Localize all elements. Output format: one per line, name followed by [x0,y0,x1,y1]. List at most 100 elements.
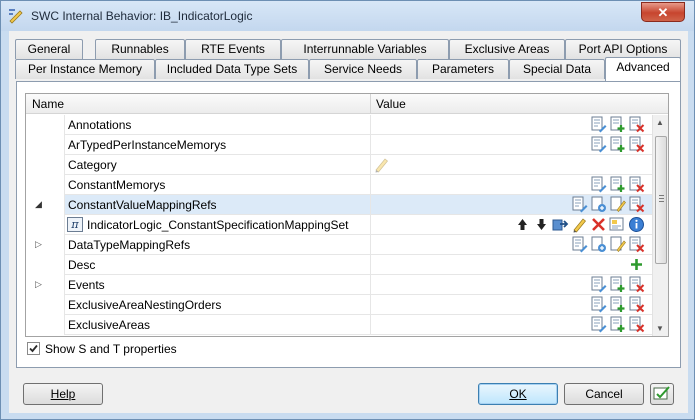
value-cell[interactable] [370,235,652,255]
move-down-icon[interactable] [533,216,550,233]
column-header-value[interactable]: Value [376,97,406,111]
edit-list-icon[interactable] [590,276,607,293]
column-header-name[interactable]: Name [32,97,64,111]
expand-icon[interactable]: ▷ [35,279,42,290]
delete-item-icon[interactable] [628,276,645,293]
value-cell[interactable] [370,255,652,275]
delete-item-icon[interactable] [628,236,645,253]
grid-row[interactable]: ConstantMemorys [26,175,652,195]
tab-general[interactable]: General [15,39,83,59]
tab-rte-events[interactable]: RTE Events [185,39,281,59]
property-name: ExclusiveAreas [68,318,151,332]
value-cell[interactable] [370,315,652,335]
grid-row[interactable]: Annotations [26,115,652,135]
delete-item-icon[interactable] [628,136,645,153]
property-name: IndicatorLogic_ConstantSpecificationMapp… [87,218,349,232]
tab-exclusive-areas[interactable]: Exclusive Areas [449,39,565,59]
tab-per-instance-memory[interactable]: Per Instance Memory [15,59,155,79]
delete-item-icon[interactable] [628,196,645,213]
grid-row[interactable]: ExclusiveAreas [26,315,652,335]
window-title: SWC Internal Behavior: IB_IndicatorLogic [31,9,253,23]
value-cell[interactable] [370,135,652,155]
grip-line [659,195,664,196]
edit-list-icon[interactable] [590,116,607,133]
grid-row[interactable]: ArTypedPerInstanceMemorys [26,135,652,155]
ok-button[interactable]: OK [478,383,558,405]
cancel-button[interactable]: Cancel [564,383,644,405]
plus-icon[interactable] [628,256,645,273]
value-cell[interactable] [370,155,652,175]
grid-row[interactable]: π IndicatorLogic_ConstantSpecificationMap… [26,215,652,235]
grid-row[interactable]: Category [26,155,652,175]
property-grid: Name Value Annotations ArTypedPerInstance… [25,93,669,337]
add-item-icon[interactable] [609,296,626,313]
value-cell[interactable] [370,215,652,235]
grid-row[interactable]: ◢ ConstantValueMappingRefs [26,195,652,215]
close-button[interactable]: ✕ [641,2,685,22]
add-item-icon[interactable] [609,136,626,153]
row-gutter [26,155,64,175]
tab-port-api-options[interactable]: Port API Options [565,39,681,59]
tab-interrunnable-variables[interactable]: Interrunnable Variables [281,39,449,59]
tab-service-needs[interactable]: Service Needs [309,59,417,79]
vertical-scrollbar[interactable]: ▲ ▼ [652,115,668,336]
tab-runnables[interactable]: Runnables [95,39,185,59]
tab-included-data-type-sets[interactable]: Included Data Type Sets [155,59,309,79]
value-cell[interactable] [370,115,652,135]
help-button[interactable]: Help [23,383,103,405]
edit-list-icon[interactable] [590,296,607,313]
pencil-icon[interactable] [373,156,390,173]
reference-icon[interactable] [590,236,607,253]
show-st-checkbox[interactable] [27,342,40,355]
row-gutter [26,315,64,335]
collapse-icon[interactable]: ◢ [35,199,42,210]
tab-advanced[interactable]: Advanced [605,57,681,81]
move-up-icon[interactable] [514,216,531,233]
edit-ref-icon[interactable] [609,236,626,253]
ok-button-label: OK [509,387,527,401]
add-item-icon[interactable] [609,116,626,133]
value-cell[interactable] [370,195,652,215]
delete-item-icon[interactable] [628,176,645,193]
tab-parameters[interactable]: Parameters [417,59,509,79]
row-gutter: ◢ [26,195,64,215]
value-cell[interactable] [370,275,652,295]
edit-list-icon[interactable] [571,196,588,213]
property-name: Desc [68,258,96,272]
delete-item-icon[interactable] [628,316,645,333]
grid-row[interactable]: ▷ Events [26,275,652,295]
tab-special-data[interactable]: Special Data [509,59,605,79]
row-gutter [26,135,64,155]
edit-ref-icon[interactable] [609,196,626,213]
value-cell[interactable] [370,295,652,315]
add-item-icon[interactable] [609,316,626,333]
info-icon[interactable] [628,216,645,233]
delete-item-icon[interactable] [628,116,645,133]
navigate-icon[interactable] [552,216,569,233]
grid-row[interactable]: Desc [26,255,652,275]
add-item-icon[interactable] [609,176,626,193]
value-cell[interactable] [370,175,652,195]
apply-button[interactable] [650,383,674,405]
delete-item-icon[interactable] [628,296,645,313]
name-cell: π IndicatorLogic_ConstantSpecificationMap… [64,215,370,235]
property-name: ArTypedPerInstanceMemorys [68,138,227,152]
scroll-thumb[interactable] [655,136,667,264]
grid-row[interactable]: ExclusiveAreaNestingOrders [26,295,652,315]
grid-row[interactable]: ▷ DataTypeMappingRefs [26,235,652,255]
properties-icon[interactable] [609,216,626,233]
column-divider[interactable] [370,94,371,114]
expand-icon[interactable]: ▷ [35,239,42,250]
name-cell: ExclusiveAreas [64,315,370,335]
pencil-icon[interactable] [571,216,588,233]
scroll-down-icon[interactable]: ▼ [656,324,664,333]
add-item-icon[interactable] [609,276,626,293]
edit-list-icon[interactable] [590,136,607,153]
edit-list-icon[interactable] [590,316,607,333]
property-name: Category [68,158,117,172]
reference-icon[interactable] [590,196,607,213]
edit-list-icon[interactable] [571,236,588,253]
delete-x-icon[interactable] [590,216,607,233]
edit-list-icon[interactable] [590,176,607,193]
scroll-up-icon[interactable]: ▲ [656,118,664,127]
